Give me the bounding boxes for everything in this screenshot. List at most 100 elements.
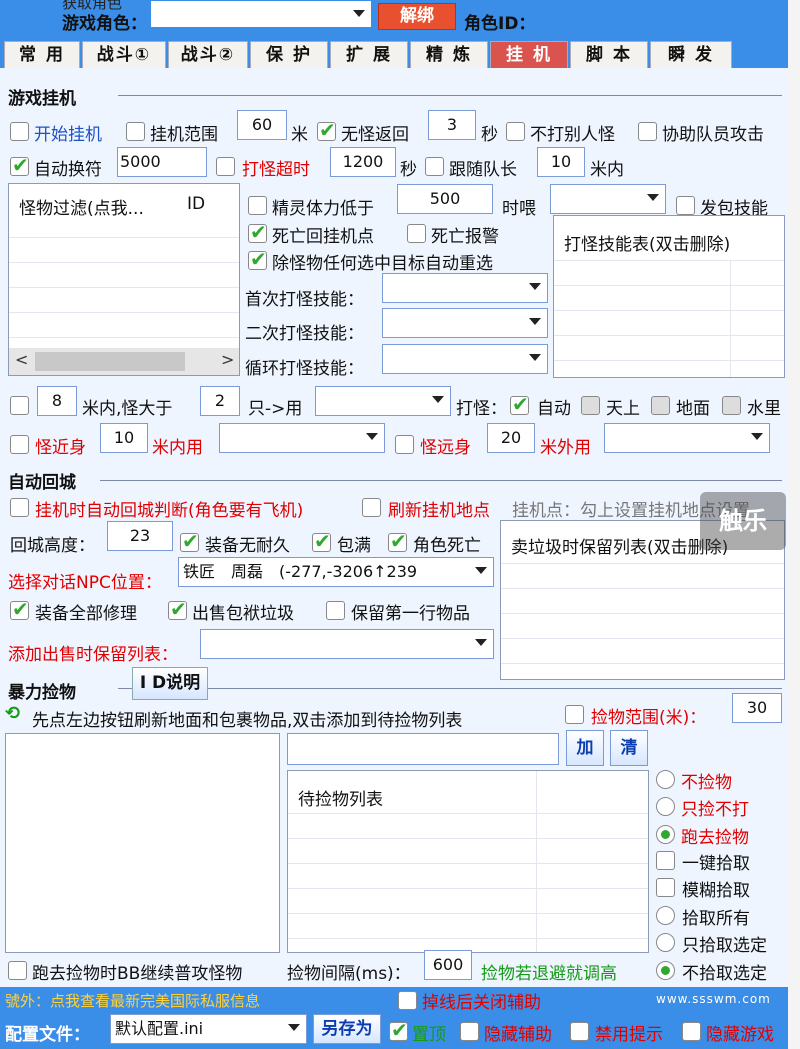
auto-attack-checkbox[interactable] xyxy=(510,392,529,416)
pick-selected-radio[interactable] xyxy=(656,933,675,952)
skill-table-list[interactable]: 打怪技能表(双击删除) xyxy=(553,215,785,378)
ground-items-list[interactable] xyxy=(5,733,280,953)
tab-instant[interactable]: 瞬 发 xyxy=(650,41,732,68)
packet-skill-checkbox[interactable] xyxy=(676,196,695,215)
role-select[interactable] xyxy=(150,0,372,28)
loop-skill-select[interactable] xyxy=(382,344,548,374)
spirit-low-checkbox[interactable] xyxy=(248,196,267,215)
clear-button[interactable]: 清 xyxy=(610,730,648,766)
run-pickup-radio[interactable] xyxy=(656,825,675,844)
auto-talisman-checkbox[interactable] xyxy=(10,153,29,177)
id-help-button[interactable]: I D说明 xyxy=(132,667,208,700)
attack-timeout-input[interactable]: 1200 xyxy=(330,147,396,177)
pickup-range-checkbox[interactable] xyxy=(565,705,584,724)
fuzzy-pickup-checkbox[interactable] xyxy=(656,878,675,897)
no-monster-return-checkbox[interactable] xyxy=(317,118,336,142)
tab-common[interactable]: 常 用 xyxy=(4,41,80,68)
ground-checkbox[interactable] xyxy=(651,396,670,415)
tab-script[interactable]: 脚 本 xyxy=(570,41,648,68)
npc-position-select[interactable]: 铁匠 周磊 (-277,-3206↑239 xyxy=(178,557,494,587)
assist-team-checkbox[interactable] xyxy=(638,122,657,141)
tab-protect[interactable]: 保 护 xyxy=(250,41,328,68)
first-skill-select[interactable] xyxy=(382,273,548,303)
refresh-point-checkbox[interactable] xyxy=(362,498,381,517)
char-dead-checkbox[interactable] xyxy=(388,529,407,553)
topmost-checkbox[interactable] xyxy=(389,1018,408,1042)
horizontal-scrollbar[interactable]: < > xyxy=(9,348,239,375)
pending-pickup-list[interactable]: 待捡物列表 xyxy=(287,770,649,953)
id-column-header[interactable]: ID xyxy=(187,194,205,214)
hide-game-checkbox[interactable] xyxy=(682,1022,701,1041)
add-button[interactable]: 加 xyxy=(566,730,604,766)
save-as-button[interactable]: 另存为 xyxy=(313,1014,381,1044)
feed-item-select[interactable] xyxy=(550,184,666,214)
near-range-input[interactable]: 10 xyxy=(100,423,148,453)
no-durability-checkbox[interactable] xyxy=(180,529,199,553)
tab-battle-2[interactable]: 战斗② xyxy=(168,41,248,68)
pick-all-radio[interactable] xyxy=(656,906,675,925)
hide-helper-checkbox[interactable] xyxy=(460,1022,479,1041)
add-keep-select[interactable] xyxy=(200,629,494,659)
attack-timeout-checkbox[interactable] xyxy=(216,157,235,176)
pickup-interval-input[interactable]: 600 xyxy=(424,950,472,980)
return-height-input[interactable]: 23 xyxy=(107,521,173,551)
background-strip xyxy=(788,0,800,1049)
news-link[interactable]: 號外：点我查看最新完美国际私服信息 xyxy=(5,990,260,1011)
sky-checkbox[interactable] xyxy=(581,396,600,415)
no-monster-seconds-input[interactable]: 3 xyxy=(428,110,476,140)
bb-attack-checkbox[interactable] xyxy=(8,961,27,980)
tab-refine[interactable]: 精 炼 xyxy=(410,41,488,68)
group-skill-select[interactable] xyxy=(315,386,451,416)
unbind-button[interactable]: 解绑 xyxy=(378,3,456,30)
auto-talisman-input[interactable]: 5000 xyxy=(117,147,207,177)
keep-first-row-checkbox[interactable] xyxy=(326,601,345,620)
spirit-value-input[interactable]: 500 xyxy=(397,184,493,214)
auto-return-checkbox[interactable] xyxy=(10,498,29,517)
scroll-left-icon[interactable]: < xyxy=(15,350,28,369)
monster-filter-list[interactable]: 怪物过滤(点我... ID < > xyxy=(8,183,240,376)
scroll-right-icon[interactable]: > xyxy=(221,350,234,369)
tab-battle-1[interactable]: 战斗① xyxy=(82,41,166,68)
death-return-checkbox[interactable] xyxy=(248,220,267,244)
auto-reselect-checkbox[interactable] xyxy=(248,247,267,271)
no-attack-others-checkbox[interactable] xyxy=(506,122,525,141)
hang-range-input[interactable]: 60 xyxy=(237,110,287,140)
hang-range-checkbox[interactable] xyxy=(126,122,145,141)
skill-table-header[interactable]: 打怪技能表(双击删除) xyxy=(564,230,730,255)
pickup-range-input[interactable]: 30 xyxy=(732,693,782,723)
one-click-checkbox[interactable] xyxy=(656,851,675,870)
follow-leader-input[interactable]: 10 xyxy=(537,147,585,177)
far-skill-select[interactable] xyxy=(604,423,770,453)
no-pick-selected-radio[interactable] xyxy=(656,961,675,980)
filter-column-header[interactable]: 怪物过滤(点我... xyxy=(19,194,144,219)
keep-list-header[interactable]: 卖垃圾时保留列表(双击删除) xyxy=(511,533,728,558)
sell-junk-checkbox[interactable] xyxy=(168,597,187,621)
second-skill-select[interactable] xyxy=(382,308,548,338)
tab-extend[interactable]: 扩 展 xyxy=(330,41,408,68)
death-alarm-checkbox[interactable] xyxy=(407,224,426,243)
config-select[interactable]: 默认配置.ini xyxy=(110,1014,307,1044)
water-checkbox[interactable] xyxy=(722,396,741,415)
pending-list-header[interactable]: 待捡物列表 xyxy=(298,785,383,810)
section-divider xyxy=(118,95,782,96)
pickup-item-input[interactable] xyxy=(287,733,559,765)
close-on-disconnect-checkbox[interactable] xyxy=(398,991,417,1010)
range-meters-input[interactable]: 8 xyxy=(37,386,77,416)
follow-leader-checkbox[interactable] xyxy=(425,157,444,176)
bag-full-checkbox[interactable] xyxy=(312,529,331,553)
monster-count-input[interactable]: 2 xyxy=(200,386,240,416)
near-monster-checkbox[interactable] xyxy=(10,435,29,454)
pickup-only-radio[interactable] xyxy=(656,797,675,816)
section-title-pickup: 暴力捡物 xyxy=(8,683,76,703)
disable-tips-checkbox[interactable] xyxy=(570,1022,589,1041)
refresh-icon[interactable]: ⟲ xyxy=(5,703,20,724)
far-range-input[interactable]: 20 xyxy=(487,423,535,453)
range-monster-checkbox[interactable] xyxy=(10,396,29,415)
start-hang-checkbox[interactable] xyxy=(10,122,29,141)
no-pickup-radio[interactable] xyxy=(656,770,675,789)
no-pick-selected-label: 不拾取选定 xyxy=(682,964,767,984)
far-monster-checkbox[interactable] xyxy=(395,435,414,454)
near-skill-select[interactable] xyxy=(219,423,385,453)
repair-all-checkbox[interactable] xyxy=(10,597,29,621)
tab-hang[interactable]: 挂 机 xyxy=(490,41,568,68)
